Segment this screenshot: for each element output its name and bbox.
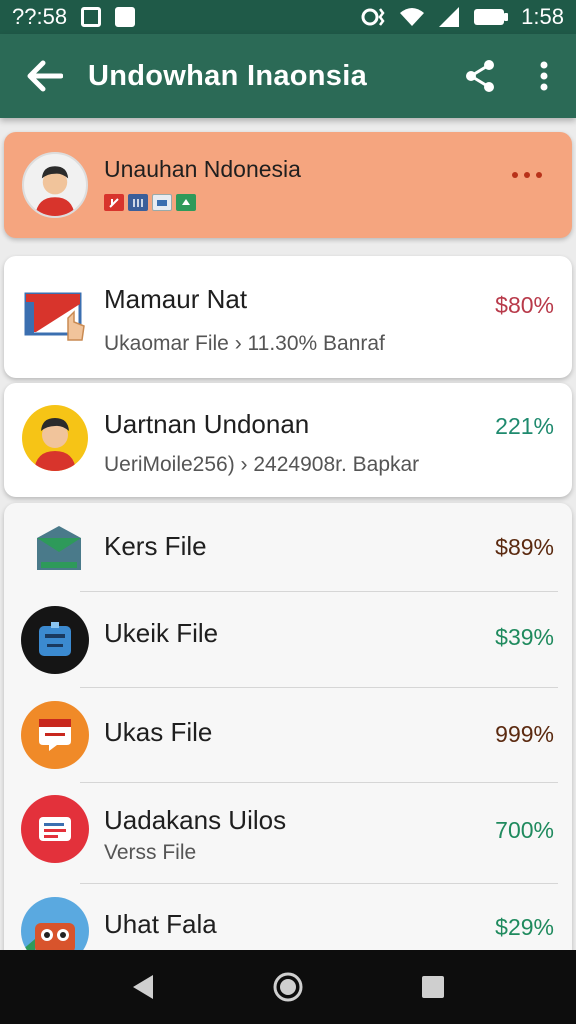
back-button[interactable] bbox=[0, 34, 88, 118]
divider bbox=[80, 782, 558, 783]
list-item-title: Ukeik File bbox=[104, 618, 219, 648]
battery-icon bbox=[474, 9, 509, 25]
row-title: Mamaur Nat bbox=[104, 284, 248, 314]
row-subtitle: Ukaomar File › 11.30% Banraf bbox=[104, 332, 385, 355]
avatar bbox=[22, 152, 88, 218]
highlight-card[interactable]: Unauhan Ndonesia bbox=[4, 132, 572, 238]
file-card[interactable]: Mamaur Nat Ukaomar File › 11.30% Banraf … bbox=[4, 256, 572, 378]
blue-flag-icon bbox=[128, 194, 148, 211]
nav-recents-icon bbox=[422, 976, 445, 998]
list-item-subtitle: Verss File bbox=[104, 841, 197, 864]
file-list: Kers File $89% Ukeik File $39% Ukas File… bbox=[4, 503, 572, 965]
share-icon bbox=[466, 60, 494, 92]
nav-back-icon bbox=[132, 975, 153, 999]
status-time-right: 1:58 bbox=[521, 4, 564, 29]
wifi-icon bbox=[400, 8, 425, 26]
document-icon bbox=[21, 795, 89, 863]
green-flag-icon bbox=[176, 194, 196, 211]
row-value: $80% bbox=[495, 292, 554, 318]
divider bbox=[80, 687, 558, 688]
status-time-left: ??:58 bbox=[12, 4, 68, 29]
share-button[interactable] bbox=[448, 34, 512, 118]
robot-icon bbox=[21, 606, 89, 674]
row-subtitle: UeriMoile256) › 2424908r. Bapkar bbox=[104, 453, 420, 476]
signal-icon bbox=[439, 7, 460, 27]
row-value: 221% bbox=[495, 413, 554, 439]
app-bar: Undowhan Inaonsia bbox=[0, 34, 576, 118]
more-vert-icon bbox=[540, 61, 548, 91]
nav-home-button[interactable] bbox=[258, 957, 318, 1017]
red-flag-icon bbox=[104, 194, 124, 211]
overflow-menu-button[interactable] bbox=[512, 34, 576, 118]
list-item-title: Kers File bbox=[104, 531, 207, 561]
back-arrow-icon bbox=[27, 60, 63, 92]
avatar bbox=[22, 405, 88, 471]
gallery-notification-icon bbox=[81, 7, 102, 27]
list-item-value: 700% bbox=[495, 817, 554, 843]
navigation-bar bbox=[0, 950, 576, 1024]
status-right: 1:58 bbox=[361, 4, 564, 30]
divider bbox=[80, 591, 558, 592]
folder-icon bbox=[22, 282, 88, 348]
list-item-value: $29% bbox=[495, 914, 554, 940]
status-bar: ??:58 1:58 bbox=[0, 0, 576, 34]
app-title: Undowhan Inaonsia bbox=[88, 59, 367, 92]
list-item-value: $89% bbox=[495, 534, 554, 560]
vibrate-icon bbox=[361, 8, 385, 26]
list-item-value: $39% bbox=[495, 624, 554, 650]
message-icon bbox=[21, 701, 89, 769]
envelope-icon bbox=[26, 517, 92, 583]
nav-recents-button[interactable] bbox=[403, 957, 463, 1017]
more-horiz-icon[interactable] bbox=[512, 172, 542, 178]
flag-icons bbox=[104, 194, 196, 211]
nav-back-button[interactable] bbox=[113, 957, 173, 1017]
list-item-title: Uhat Fala bbox=[104, 909, 217, 939]
row-title: Uartnan Undonan bbox=[104, 409, 310, 439]
nav-home-icon bbox=[273, 972, 303, 1002]
highlight-title: Unauhan Ndonesia bbox=[104, 156, 301, 182]
file-card[interactable]: Uartnan Undonan UeriMoile256) › 2424908r… bbox=[4, 383, 572, 497]
white-flag-icon bbox=[152, 194, 172, 211]
divider bbox=[80, 883, 558, 884]
save-notification-icon bbox=[115, 7, 136, 27]
list-item-title: Ukas File bbox=[104, 717, 213, 747]
list-item-title: Uadakans Uilos bbox=[104, 805, 287, 835]
list-item-value: 999% bbox=[495, 721, 554, 747]
status-left: ??:58 bbox=[12, 4, 136, 30]
